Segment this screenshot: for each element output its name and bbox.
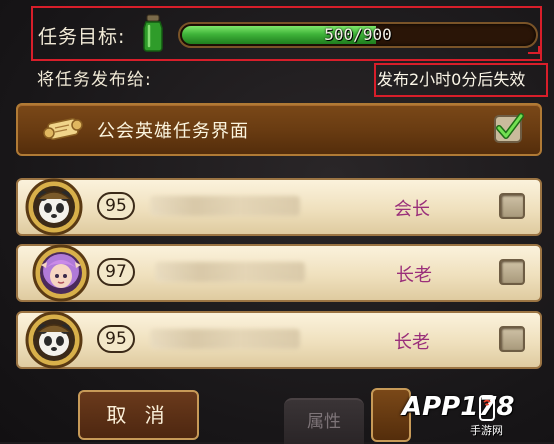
highlight-corner-mark — [528, 46, 540, 54]
phone-icon — [479, 395, 495, 421]
member-name-blurred — [155, 262, 305, 282]
scroll-icon — [43, 118, 83, 140]
goal-progress-bar: 500/900 — [178, 22, 538, 48]
panda-avatar-icon — [25, 178, 83, 236]
member-checkbox[interactable] — [499, 259, 525, 285]
level-badge: 95 — [97, 192, 135, 220]
guild-task-label: 公会英雄任务界面 — [97, 121, 249, 142]
rank-label: 长老 — [396, 265, 432, 286]
attribute-tab[interactable]: 属性 — [284, 398, 364, 444]
rank-label: 长老 — [394, 332, 430, 353]
publish-to-label: 将任务发布给: — [37, 70, 152, 90]
potion-icon — [143, 14, 163, 52]
expiry-text: 发布2小时0分后失效 — [377, 70, 526, 89]
guild-task-row[interactable] — [16, 103, 542, 156]
goal-label: 任务目标: — [38, 26, 126, 48]
purple-hair-girl-avatar-icon — [32, 244, 90, 302]
game-screen: 任务目标: 500/900 将任务发布给: 发布2小时0分后失效 公会英雄任务界… — [0, 0, 554, 444]
rank-label: 会长 — [394, 199, 430, 220]
progress-text: 500/900 — [324, 25, 392, 44]
level-badge: 97 — [97, 258, 135, 286]
member-checkbox[interactable] — [499, 326, 525, 352]
guild-checkbox-checked[interactable] — [494, 113, 524, 143]
watermark-subtext: 手游网 — [470, 424, 503, 437]
cancel-button[interactable]: 取 消 — [78, 390, 199, 440]
member-name-blurred — [150, 329, 300, 349]
member-name-blurred — [150, 196, 300, 216]
level-badge: 95 — [97, 325, 135, 353]
panda-avatar-icon — [25, 311, 83, 369]
member-checkbox[interactable] — [499, 193, 525, 219]
